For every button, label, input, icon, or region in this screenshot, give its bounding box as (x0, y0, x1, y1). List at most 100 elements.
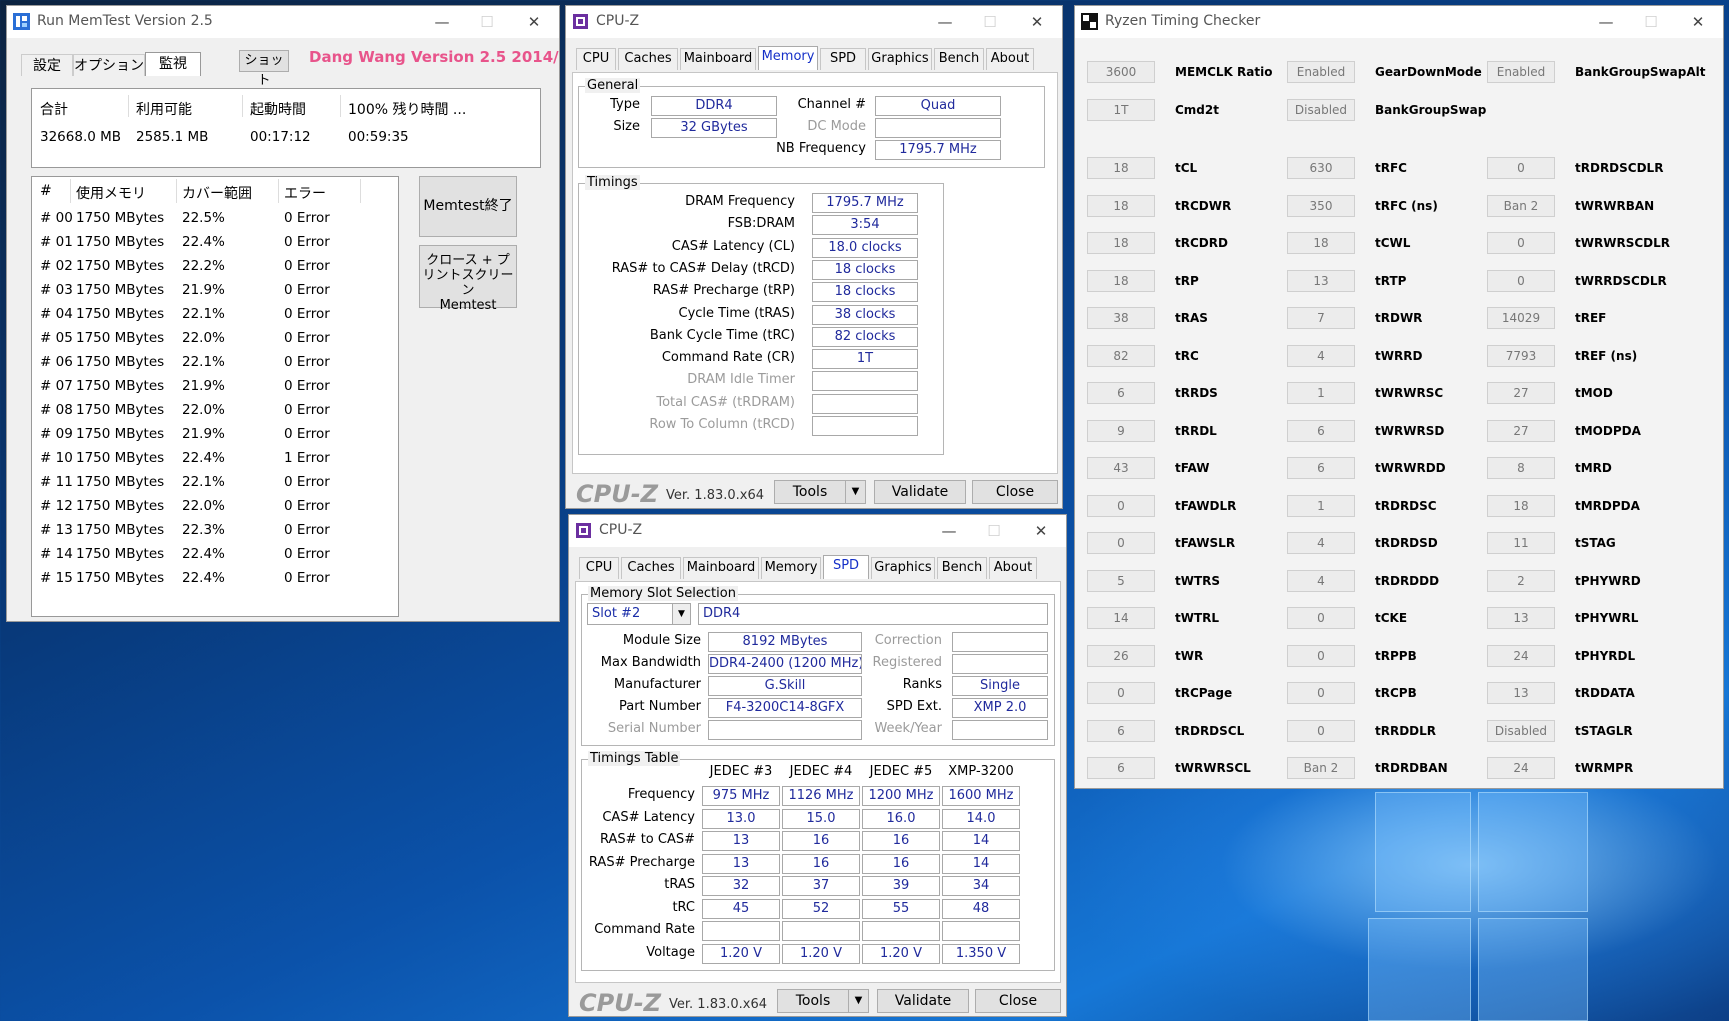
dropdown-arrow-icon[interactable]: ▼ (845, 481, 865, 503)
cell: 0 Error (284, 354, 330, 370)
timings-cell: 1600 MHz (942, 786, 1020, 806)
list-item[interactable]: # 04 1750 MBytes 22.1% 0 Error (32, 306, 392, 328)
minimize-icon[interactable]: — (1586, 9, 1626, 35)
timing-label: tRFC (ns) (1375, 198, 1438, 213)
tab-mainboard[interactable]: Mainboard (683, 557, 759, 579)
menu-tab-0[interactable]: 設定 (21, 54, 73, 76)
tab-mainboard[interactable]: Mainboard (680, 48, 756, 70)
cell: 1750 MBytes (76, 474, 165, 490)
list-item[interactable]: # 14 1750 MBytes 22.4% 0 Error (32, 546, 392, 568)
list-item[interactable]: # 00 1750 MBytes 22.5% 0 Error (32, 210, 392, 232)
tab-spd[interactable]: SPD (823, 555, 869, 579)
timing-value-box: 1 (1287, 382, 1355, 404)
close-icon[interactable]: ✕ (1678, 9, 1718, 35)
tools-button[interactable]: Tools ▼ (774, 480, 866, 504)
minimize-icon[interactable]: — (929, 518, 969, 544)
memtest-end-button[interactable]: Memtest終了 (419, 176, 517, 237)
close-button[interactable]: Close (975, 989, 1061, 1013)
menu-tab-2[interactable]: 監視 (145, 52, 201, 76)
column-divider (278, 179, 279, 203)
close-icon[interactable]: ✕ (1021, 518, 1061, 544)
tab-cpu[interactable]: CPU (576, 48, 616, 70)
maximize-icon[interactable]: ☐ (467, 9, 507, 35)
list-item[interactable]: # 12 1750 MBytes 22.0% 0 Error (32, 498, 392, 520)
timing-label: tPHYWRL (1575, 611, 1639, 625)
close-icon[interactable]: ✕ (514, 9, 554, 35)
maximize-icon[interactable]: ☐ (970, 9, 1010, 35)
list-item[interactable]: # 09 1750 MBytes 21.9% 0 Error (32, 426, 392, 448)
maximize-icon[interactable]: ☐ (1631, 9, 1671, 35)
tab-bench[interactable]: Bench (934, 48, 984, 70)
ryzen-timing-checker-window[interactable]: Ryzen Timing Checker — ☐ ✕ 3600 MEMCLK Ra… (1074, 5, 1724, 789)
list-item[interactable]: # 07 1750 MBytes 21.9% 0 Error (32, 378, 392, 400)
menu-tab-1[interactable]: オプション (73, 54, 145, 76)
timing-label: tRP (1175, 273, 1199, 288)
tab-graphics[interactable]: Graphics (871, 557, 935, 579)
cpuz-spd-window[interactable]: CPU-Z — ☐ ✕ CPU Caches Mainboard Memory SPD G… (568, 514, 1067, 1017)
cell: 0 Error (284, 426, 330, 442)
tab-memory[interactable]: Memory (758, 46, 818, 70)
tab-bench[interactable]: Bench (937, 557, 987, 579)
list-item[interactable]: # 10 1750 MBytes 22.4% 1 Error (32, 450, 392, 472)
list-item[interactable]: # 05 1750 MBytes 22.0% 0 Error (32, 330, 392, 352)
cpuz-tab-bar: CPU Caches Mainboard Memory SPD Graphics Bench… (576, 46, 1056, 72)
cell: 22.2% (182, 258, 225, 274)
cpuz-titlebar[interactable]: CPU-Z — ☐ ✕ (566, 6, 1062, 38)
memtest-titlebar[interactable]: Run MemTest Version 2.5 — ☐ ✕ (7, 6, 559, 38)
validate-button[interactable]: Validate (877, 989, 969, 1013)
timing-label: Row To Column (tRCD) (649, 417, 795, 432)
size-label: Size (613, 119, 640, 134)
ryzen-titlebar[interactable]: Ryzen Timing Checker — ☐ ✕ (1075, 6, 1723, 38)
minimize-icon[interactable]: — (925, 9, 965, 35)
tab-memory[interactable]: Memory (761, 557, 821, 579)
list-item[interactable]: # 08 1750 MBytes 22.0% 0 Error (32, 402, 392, 424)
list-item[interactable]: # 02 1750 MBytes 22.2% 0 Error (32, 258, 392, 280)
tools-button[interactable]: Tools ▼ (777, 989, 869, 1013)
timing-label: tRRDL (1175, 423, 1217, 438)
timing-value-box: 38 (1087, 307, 1155, 329)
timing-value: 18.0 clocks (812, 237, 918, 258)
tab-cpu[interactable]: CPU (579, 557, 619, 579)
maximize-icon[interactable]: ☐ (974, 518, 1014, 544)
close-printscreen-memtest-button[interactable]: クロース + プ リントスクリーン Memtest (419, 245, 517, 313)
close-print-line-3: Memtest (439, 298, 497, 313)
close-icon[interactable]: ✕ (1017, 9, 1057, 35)
list-item[interactable]: # 11 1750 MBytes 22.1% 0 Error (32, 474, 392, 496)
chevron-down-icon[interactable]: ▼ (672, 604, 690, 624)
tab-spd[interactable]: SPD (820, 48, 866, 70)
validate-button[interactable]: Validate (874, 480, 966, 504)
cell: # 04 (40, 306, 73, 322)
list-item[interactable]: # 03 1750 MBytes 21.9% 0 Error (32, 282, 392, 304)
list-item[interactable]: # 06 1750 MBytes 22.1% 0 Error (32, 354, 392, 376)
list-item[interactable]: # 15 1750 MBytes 22.4% 0 Error (32, 570, 392, 592)
cell: # 13 (40, 522, 73, 538)
timing-value-box: 13 (1287, 269, 1355, 292)
cpuz-titlebar[interactable]: CPU-Z — ☐ ✕ (569, 515, 1066, 547)
cell: 22.0% (182, 498, 225, 514)
timings-cell (862, 921, 940, 941)
timing-value-box: 0 (1087, 494, 1155, 517)
dropdown-arrow-icon[interactable]: ▼ (848, 990, 868, 1012)
tab-about[interactable]: About (986, 48, 1034, 70)
window-title: Ryzen Timing Checker (1105, 13, 1261, 29)
memtest-window[interactable]: Run MemTest Version 2.5 — ☐ ✕ 設定 オプション 監視 … (6, 5, 560, 622)
tab-caches[interactable]: Caches (618, 48, 678, 70)
timings-cell: 32 (702, 876, 780, 896)
tab-caches[interactable]: Caches (621, 557, 681, 579)
slot-select[interactable]: Slot #2 ▼ (587, 603, 691, 625)
close-button[interactable]: Close (972, 480, 1058, 504)
timing-label: tWRRD (1375, 348, 1423, 363)
timing-value (812, 371, 918, 392)
list-item[interactable]: # 01 1750 MBytes 22.4% 0 Error (32, 234, 392, 256)
screenshot-button[interactable]: ショット (239, 50, 289, 88)
list-item[interactable]: # 13 1750 MBytes 22.3% 0 Error (32, 522, 392, 544)
tab-about[interactable]: About (989, 557, 1037, 579)
minimize-icon[interactable]: — (422, 9, 462, 35)
cell: 22.1% (182, 474, 225, 490)
summary-header: 合計 (40, 102, 68, 118)
tab-graphics[interactable]: Graphics (868, 48, 932, 70)
cpuz-memory-window[interactable]: CPU-Z — ☐ ✕ CPU Caches Mainboard Memory SPD G… (565, 5, 1063, 509)
timings-row-label: Frequency (627, 787, 695, 802)
timings-cell: 14 (942, 853, 1020, 874)
thread-list[interactable]: # 使用メモリ カバー範囲 エラー # 00 1750 MBytes 22.5% 0 Err… (31, 176, 399, 617)
